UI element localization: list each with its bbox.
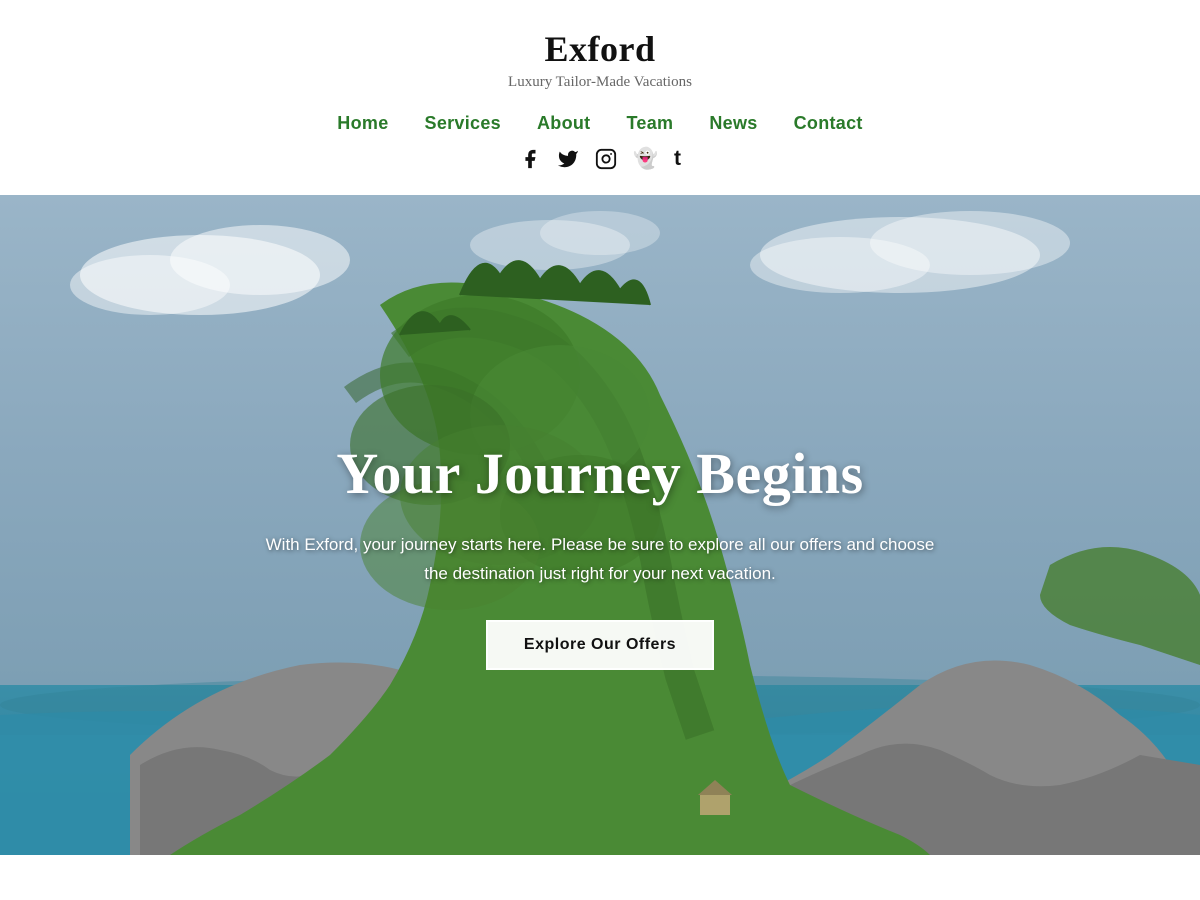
nav-item-home[interactable]: Home [337, 113, 388, 134]
nav-item-team[interactable]: Team [626, 113, 673, 134]
hero-title: Your Journey Begins [260, 440, 940, 507]
social-icons-bar: 👻 t [0, 148, 1200, 177]
site-header: Exford Luxury Tailor-Made Vacations Home… [0, 0, 1200, 195]
site-title: Exford [0, 28, 1200, 70]
twitter-icon[interactable] [557, 148, 579, 177]
tumblr-icon[interactable]: t [674, 148, 681, 177]
facebook-icon[interactable] [519, 148, 541, 177]
snapchat-icon[interactable]: 👻 [633, 148, 658, 177]
hero-subtitle: With Exford, your journey starts here. P… [260, 531, 940, 587]
site-tagline: Luxury Tailor-Made Vacations [0, 74, 1200, 91]
explore-offers-button[interactable]: Explore Our Offers [486, 620, 714, 670]
nav-item-about[interactable]: About [537, 113, 590, 134]
nav-item-services[interactable]: Services [425, 113, 501, 134]
nav-item-contact[interactable]: Contact [794, 113, 863, 134]
main-nav: Home Services About Team News Contact [0, 113, 1200, 134]
hero-content: Your Journey Begins With Exford, your jo… [240, 440, 960, 669]
hero-section: Your Journey Begins With Exford, your jo… [0, 195, 1200, 855]
instagram-icon[interactable] [595, 148, 617, 177]
nav-item-news[interactable]: News [709, 113, 757, 134]
